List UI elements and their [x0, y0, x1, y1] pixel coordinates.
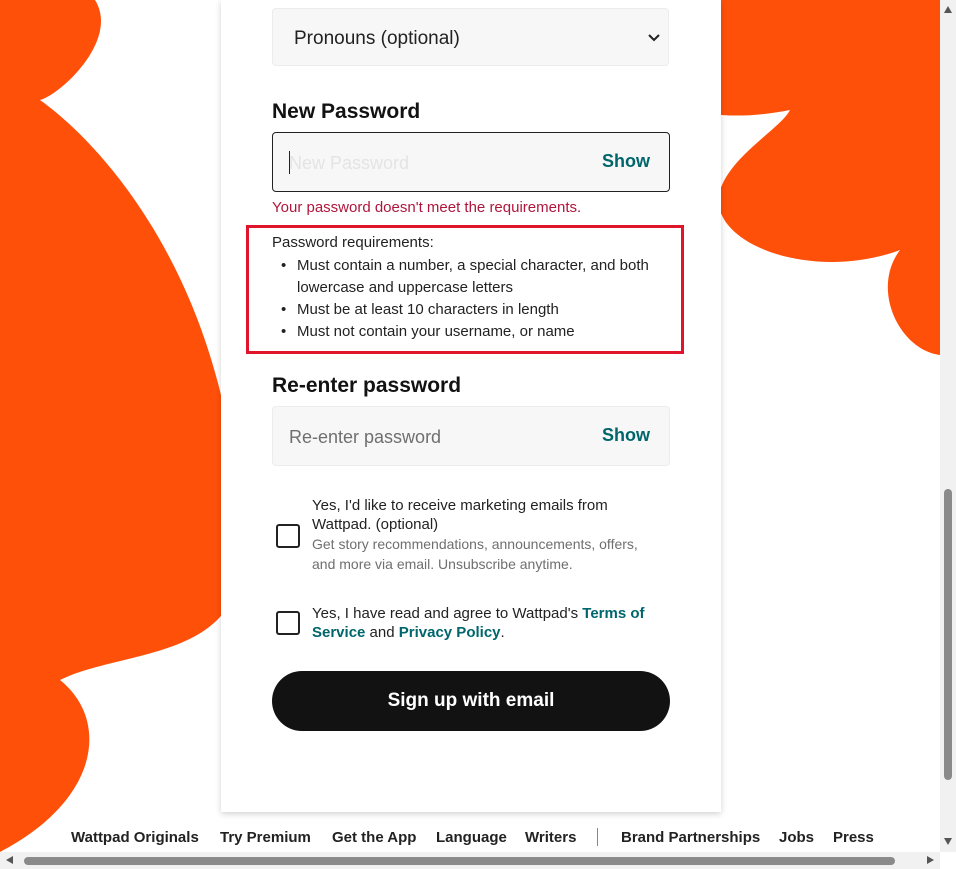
requirement-item: Must contain a number, a special charact…	[281, 255, 692, 299]
terms-and: and	[365, 624, 399, 641]
vertical-scrollbar[interactable]	[940, 0, 956, 852]
password-error-message: Your password doesn't meet the requireme…	[272, 199, 582, 216]
requirement-item: Must not contain your username, or name	[281, 321, 692, 343]
marketing-emails-subtext: Get story recommendations, announcements…	[312, 536, 638, 572]
requirement-item: Must be at least 10 characters in length	[281, 299, 692, 321]
footer-link-press[interactable]: Press	[833, 829, 874, 846]
footer-link-try-premium[interactable]: Try Premium	[220, 829, 311, 846]
terms-prefix: Yes, I have read and agree to Wattpad's	[312, 605, 583, 622]
vertical-scroll-thumb[interactable]	[944, 489, 952, 780]
scroll-down-arrow-icon[interactable]	[944, 838, 952, 845]
footer-link-brand-partnerships[interactable]: Brand Partnerships	[621, 829, 760, 846]
reenter-password-placeholder: Re-enter password	[289, 427, 442, 447]
pronouns-select-value: Pronouns (optional)	[294, 28, 460, 49]
scrollbar-corner	[940, 852, 956, 869]
footer-divider	[597, 828, 598, 846]
requirements-title: Password requirements:	[272, 234, 434, 251]
footer-link-jobs[interactable]: Jobs	[779, 829, 814, 846]
signup-form-card: Pronouns (optional) New Password New Pas…	[221, 0, 721, 812]
pronouns-select[interactable]: Pronouns (optional)	[272, 8, 669, 66]
marketing-emails-checkbox[interactable]	[276, 524, 300, 548]
reenter-password-input[interactable]: Re-enter password Show	[272, 406, 670, 466]
privacy-policy-link[interactable]: Privacy Policy	[399, 624, 501, 641]
horizontal-scrollbar[interactable]	[0, 852, 940, 869]
new-password-label: New Password	[272, 100, 421, 123]
show-password-button[interactable]: Show	[602, 151, 650, 172]
requirements-list: Must contain a number, a special charact…	[272, 255, 692, 343]
marketing-emails-text: Yes, I'd like to receive marketing email…	[312, 496, 652, 574]
terms-suffix: .	[500, 624, 505, 641]
scroll-right-arrow-icon[interactable]	[927, 856, 934, 864]
footer-link-wattpad-originals[interactable]: Wattpad Originals	[71, 829, 199, 846]
footer-link-language[interactable]: Language	[436, 829, 507, 846]
footer-link-writers[interactable]: Writers	[525, 829, 576, 846]
terms-checkbox[interactable]	[276, 611, 300, 635]
sign-up-with-email-button[interactable]: Sign up with email	[272, 671, 670, 731]
footer-nav: Wattpad Originals Try Premium Get the Ap…	[0, 828, 940, 850]
new-password-input[interactable]: New Password Show	[272, 132, 670, 192]
footer-link-get-the-app[interactable]: Get the App	[332, 829, 416, 846]
new-password-placeholder: New Password	[289, 153, 410, 173]
horizontal-scroll-thumb[interactable]	[24, 857, 895, 865]
terms-text: Yes, I have read and agree to Wattpad's …	[312, 604, 652, 642]
show-reenter-password-button[interactable]: Show	[602, 425, 650, 446]
marketing-emails-label: Yes, I'd like to receive marketing email…	[312, 497, 608, 533]
scroll-up-arrow-icon[interactable]	[944, 6, 952, 13]
reenter-password-label: Re-enter password	[272, 374, 462, 397]
scroll-left-arrow-icon[interactable]	[6, 856, 13, 864]
chevron-down-icon	[648, 34, 660, 42]
